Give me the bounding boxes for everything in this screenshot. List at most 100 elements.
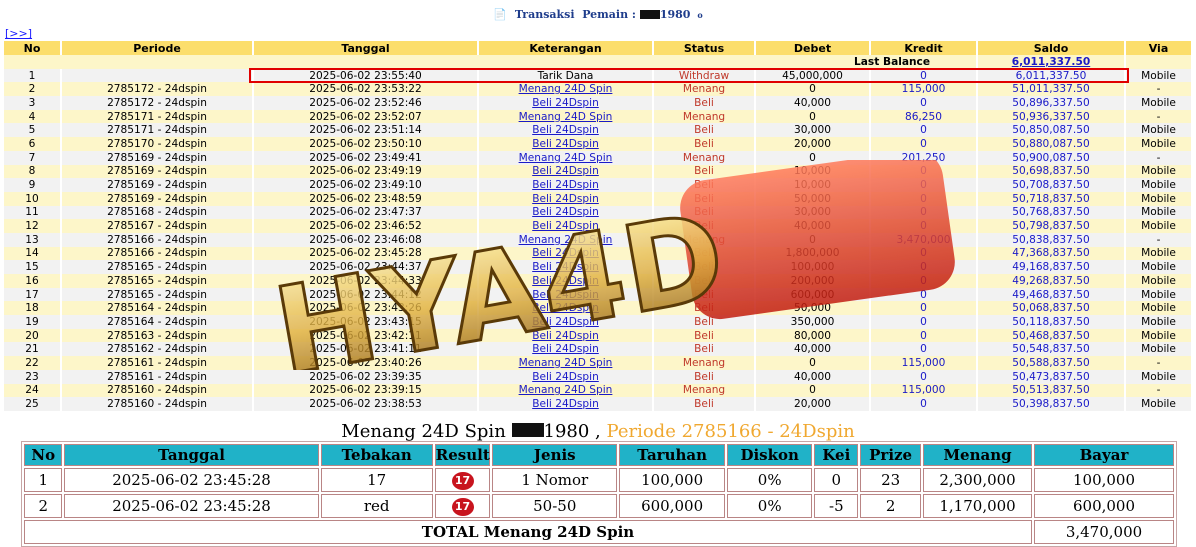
cell-ket[interactable]: Menang 24D Spin — [478, 109, 654, 124]
cell-ket[interactable]: Beli 24Dspin — [478, 96, 654, 110]
win-cell-tebakan: 17 — [320, 468, 433, 492]
title-label: Pemain : — [582, 8, 636, 21]
cell-via: Mobile — [1125, 178, 1193, 192]
cell-status: Beli — [653, 246, 756, 261]
table-row: 22 2785161 - 24dspin 2025-06-02 23:40:26 Me… — [4, 356, 1193, 370]
cell-ket[interactable]: Beli 24Dspin — [478, 328, 654, 343]
cell-ket[interactable]: Beli 24Dspin — [478, 274, 654, 288]
player-suffix: 1980 — [659, 8, 691, 21]
cell-via: Mobile — [1125, 342, 1193, 357]
cell-status: Beli — [653, 219, 756, 233]
table-row: 25 2785160 - 24dspin 2025-06-02 23:38:53 Be… — [4, 397, 1193, 411]
last-balance-via — [1125, 55, 1193, 69]
cell-kredit: 0 — [870, 274, 978, 288]
cell-tanggal: 2025-06-02 23:39:35 — [253, 369, 479, 384]
win-total-label: TOTAL Menang 24D Spin — [24, 520, 1033, 544]
cell-status: Beli — [653, 178, 756, 192]
cell-periode: 2785164 - 24dspin — [61, 301, 254, 316]
cell-debet: 10,000 — [755, 164, 871, 179]
cell-periode: 2785160 - 24dspin — [61, 397, 254, 411]
cell-no: 2 — [4, 82, 62, 97]
cell-ket[interactable]: Menang 24D Spin — [478, 232, 654, 247]
cell-ket[interactable]: Beli 24Dspin — [478, 301, 654, 316]
cell-no: 22 — [4, 356, 62, 370]
cell-no: 17 — [4, 287, 62, 302]
cell-saldo: 50,473,837.50 — [977, 369, 1126, 384]
cell-tanggal: 2025-06-02 23:52:46 — [253, 96, 479, 110]
cell-via: Mobile — [1125, 397, 1193, 411]
cell-ket[interactable]: Beli 24Dspin — [478, 219, 654, 233]
cell-ket[interactable]: Beli 24Dspin — [478, 397, 654, 411]
table-row: 15 2785165 - 24dspin 2025-06-02 23:44:37 Be… — [4, 260, 1193, 274]
cell-kredit: 0 — [870, 191, 978, 206]
cell-ket[interactable]: Menang 24D Spin — [478, 82, 654, 97]
table-row: 5 2785171 - 24dspin 2025-06-02 23:51:14 Bel… — [4, 123, 1193, 138]
cell-no: 9 — [4, 178, 62, 192]
cell-debet: 350,000 — [755, 315, 871, 329]
cell-ket[interactable]: Beli 24Dspin — [478, 191, 654, 206]
cell-debet: 30,000 — [755, 123, 871, 138]
cell-ket[interactable]: Menang 24D Spin — [478, 383, 654, 398]
cell-periode: 2785169 - 24dspin — [61, 178, 254, 192]
cell-saldo: 50,118,837.50 — [977, 315, 1126, 329]
cell-ket[interactable]: Menang 24D Spin — [478, 356, 654, 370]
cell-ket[interactable]: Beli 24Dspin — [478, 123, 654, 138]
cell-status: Beli — [653, 274, 756, 288]
table-row: 9 2785169 - 24dspin 2025-06-02 23:49:10 Bel… — [4, 178, 1193, 192]
cell-periode: 2785169 - 24dspin — [61, 164, 254, 179]
win-cell-prize: 2 — [860, 494, 922, 518]
cell-saldo: 50,548,837.50 — [977, 342, 1126, 357]
win-cell-tanggal: 2025-06-02 23:45:28 — [64, 468, 319, 492]
win-cell-taruhan: 100,000 — [619, 468, 725, 492]
cell-tanggal: 2025-06-02 23:44:37 — [253, 260, 479, 274]
cell-ket[interactable]: Beli 24Dspin — [478, 205, 654, 220]
cell-status: Beli — [653, 96, 756, 110]
cell-debet: 40,000 — [755, 96, 871, 110]
cell-kredit: 0 — [870, 301, 978, 316]
win-column-no: No — [24, 444, 63, 466]
cell-ket[interactable]: Beli 24Dspin — [478, 137, 654, 151]
title-prefix: Transaksi — [514, 8, 575, 21]
cell-periode: 2785171 - 24dspin — [61, 109, 254, 124]
cell-via: - — [1125, 356, 1193, 370]
cell-no: 25 — [4, 397, 62, 411]
cell-saldo: 50,068,837.50 — [977, 301, 1126, 316]
cell-ket[interactable]: Beli 24Dspin — [478, 246, 654, 261]
win-total-value: 3,470,000 — [1034, 520, 1174, 544]
last-balance-value: 6,011,337.50 — [977, 55, 1126, 69]
cell-ket[interactable]: Menang 24D Spin — [478, 150, 654, 165]
next-page-link[interactable]: [>>] — [5, 27, 32, 40]
cell-ket[interactable]: Beli 24Dspin — [478, 287, 654, 302]
cell-saldo: 50,588,837.50 — [977, 356, 1126, 370]
table-row: 11 2785168 - 24dspin 2025-06-02 23:47:37 Be… — [4, 205, 1193, 220]
cell-ket[interactable]: Beli 24Dspin — [478, 164, 654, 179]
cell-no: 15 — [4, 260, 62, 274]
win-cell-tebakan: red — [320, 494, 433, 518]
result-ball-icon: 17 — [451, 472, 474, 490]
win-cell-diskon: 0% — [726, 468, 813, 492]
cell-tanggal: 2025-06-02 23:43:26 — [253, 301, 479, 316]
cell-kredit: 0 — [870, 315, 978, 329]
table-header-row: No Periode Tanggal Keterangan Status Debet Kre… — [4, 41, 1193, 55]
cell-periode: 2785160 - 24dspin — [61, 383, 254, 398]
cell-debet: 20,000 — [755, 397, 871, 411]
cell-ket[interactable]: Beli 24Dspin — [478, 369, 654, 384]
cell-ket[interactable]: Beli 24Dspin — [478, 178, 654, 192]
cell-no: 24 — [4, 383, 62, 398]
cell-kredit: 0 — [870, 287, 978, 302]
cell-ket[interactable]: Beli 24Dspin — [478, 315, 654, 329]
win-column-diskon: Diskon — [726, 444, 813, 466]
cell-via: Mobile — [1125, 328, 1193, 343]
cell-status: Beli — [653, 301, 756, 316]
column-header-no: No — [4, 41, 62, 55]
cell-debet: 30,000 — [755, 205, 871, 220]
info-icon[interactable]: o — [697, 10, 702, 20]
cell-debet: 0 — [755, 356, 871, 370]
cell-ket[interactable]: Beli 24Dspin — [478, 260, 654, 274]
cell-saldo: 50,708,837.50 — [977, 178, 1126, 192]
cell-via: Mobile — [1125, 164, 1193, 179]
table-row: 1 2025-06-02 23:55:40 Tarik Dana Withdraw 45… — [4, 68, 1193, 83]
cell-saldo: 50,718,837.50 — [977, 191, 1126, 206]
win-cell-no: 1 — [24, 468, 63, 492]
cell-ket[interactable]: Beli 24Dspin — [478, 342, 654, 357]
